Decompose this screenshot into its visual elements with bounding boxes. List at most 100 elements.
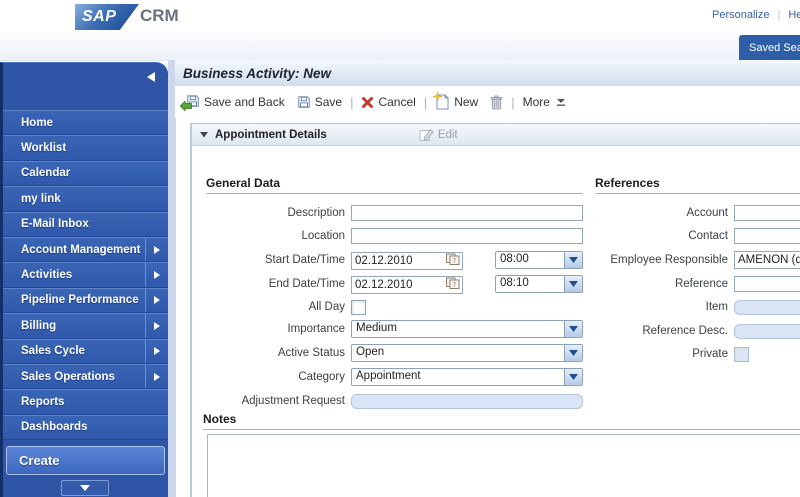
end-time-value[interactable]: 08:10 <box>496 276 564 292</box>
sidebar-item-home[interactable]: Home <box>3 110 168 135</box>
sidebar-collapse-button[interactable] <box>144 71 158 83</box>
start-time-value[interactable]: 08:00 <box>496 252 564 268</box>
location-input[interactable] <box>351 228 583 244</box>
adjustment-request-row: Adjustment Request <box>206 392 583 410</box>
start-time-dropdown-button[interactable] <box>564 252 582 268</box>
account-label: Account <box>600 207 728 219</box>
section-collapse-icon[interactable] <box>200 132 209 138</box>
flyout-arrow-icon <box>145 263 168 286</box>
svg-text:7: 7 <box>453 282 457 289</box>
top-header: SAP CRM Personalize | He <box>0 0 800 33</box>
sidebar-item-reports[interactable]: Reports <box>3 389 168 414</box>
description-input[interactable] <box>351 205 583 221</box>
page-title-bar: Business Activity: New <box>175 60 800 87</box>
reference-desc-field <box>734 324 800 339</box>
start-date-picker-button[interactable]: 7 <box>445 253 461 266</box>
sidebar-item-my-link[interactable]: my link <box>3 186 168 211</box>
contact-input[interactable] <box>734 228 800 244</box>
private-row: Private <box>600 345 749 363</box>
new-button[interactable]: New <box>435 94 478 110</box>
end-datetime-row: End Date/Time 7 08:10 <box>206 275 583 293</box>
help-link[interactable]: He <box>788 9 800 21</box>
sidebar-item-worklist[interactable]: Worklist <box>3 135 168 160</box>
active-status-row: Active Status Open <box>206 344 583 362</box>
section-title: Appointment Details <box>215 129 327 141</box>
navigation-sidebar: Home Worklist Calendar my link E-Mail In… <box>0 62 168 497</box>
end-time-dropdown-button[interactable] <box>564 276 582 292</box>
flyout-arrow-icon <box>145 238 168 261</box>
reference-desc-label: Reference Desc. <box>600 325 728 337</box>
category-row: Category Appointment <box>206 368 583 386</box>
category-value[interactable]: Appointment <box>352 369 564 385</box>
collapse-left-icon <box>147 72 155 82</box>
flyout-arrow-icon <box>145 340 168 363</box>
category-dropdown-button[interactable] <box>564 369 582 385</box>
all-day-row: All Day <box>206 298 366 316</box>
description-row: Description <box>206 204 583 222</box>
sidebar-item-sales-cycle[interactable]: Sales Cycle <box>3 339 168 364</box>
save-button[interactable]: Save <box>297 95 342 109</box>
active-status-value[interactable]: Open <box>352 345 564 361</box>
sidebar-item-activities[interactable]: Activities <box>3 262 168 287</box>
save-and-back-icon <box>182 94 200 110</box>
active-status-label: Active Status <box>206 347 345 359</box>
sidebar-nav-list: Home Worklist Calendar my link E-Mail In… <box>3 110 168 440</box>
account-row: Account <box>600 204 800 222</box>
new-document-icon <box>435 94 450 110</box>
end-datetime-label: End Date/Time <box>206 278 345 290</box>
more-button[interactable]: More <box>523 95 565 109</box>
active-status-combo: Open <box>351 344 583 362</box>
sidebar-content-gap <box>168 60 176 497</box>
product-name: CRM <box>140 6 179 26</box>
importance-value[interactable]: Medium <box>352 321 564 337</box>
sidebar-item-create[interactable]: Create <box>6 446 165 475</box>
appointment-details-header[interactable]: Appointment Details Edit <box>192 124 800 146</box>
active-status-dropdown-button[interactable] <box>564 345 582 361</box>
location-row: Location <box>206 227 583 245</box>
contact-label: Contact <box>600 230 728 242</box>
end-date-picker-button[interactable]: 7 <box>445 277 461 290</box>
save-icon <box>297 95 311 109</box>
notes-textarea[interactable] <box>207 434 800 497</box>
private-checkbox[interactable] <box>734 347 749 362</box>
toolbar-separator: | <box>350 95 353 110</box>
item-label: Item <box>600 301 728 313</box>
employee-responsible-input[interactable] <box>734 251 800 269</box>
cancel-button[interactable]: Cancel <box>361 95 415 109</box>
adjustment-request-label: Adjustment Request <box>206 395 345 407</box>
action-toolbar: Save and Back Save | Cancel | New | More <box>175 86 800 118</box>
importance-combo: Medium <box>351 320 583 338</box>
sidebar-item-pipeline-performance[interactable]: Pipeline Performance <box>3 288 168 313</box>
reference-input[interactable] <box>734 276 800 292</box>
category-combo: Appointment <box>351 368 583 386</box>
save-and-back-button[interactable]: Save and Back <box>182 94 285 110</box>
calendar-icon: 7 <box>446 277 460 289</box>
item-row: Item <box>600 298 800 316</box>
create-expand-button[interactable] <box>61 480 109 496</box>
sap-logo-text: SAP <box>75 8 116 26</box>
flyout-arrow-icon <box>145 289 168 312</box>
contact-row: Contact <box>600 227 800 245</box>
start-time-combo: 08:00 <box>495 251 583 269</box>
svg-text:7: 7 <box>453 258 457 265</box>
sidebar-item-account-management[interactable]: Account Management <box>3 237 168 262</box>
sidebar-item-email-inbox[interactable]: E-Mail Inbox <box>3 212 168 237</box>
sidebar-item-sales-operations[interactable]: Sales Operations <box>3 364 168 389</box>
personalize-link[interactable]: Personalize <box>712 9 769 21</box>
sidebar-item-dashboards[interactable]: Dashboards <box>3 415 168 440</box>
all-day-checkbox[interactable] <box>351 300 366 315</box>
sidebar-item-calendar[interactable]: Calendar <box>3 161 168 186</box>
sidebar-item-billing[interactable]: Billing <box>3 313 168 338</box>
edit-button[interactable]: Edit <box>419 128 458 142</box>
edit-pencil-icon <box>419 128 434 142</box>
page-title: Business Activity: New <box>175 66 331 81</box>
all-day-label: All Day <box>206 301 345 313</box>
importance-dropdown-button[interactable] <box>564 321 582 337</box>
crm-window: SAP CRM Personalize | He Saved Sea Home … <box>0 0 800 497</box>
cancel-x-icon <box>361 96 374 109</box>
item-field <box>734 300 800 315</box>
saved-search-button[interactable]: Saved Sea <box>739 35 800 60</box>
header-links: Personalize | He <box>712 9 800 21</box>
account-input[interactable] <box>734 205 800 221</box>
delete-button[interactable] <box>490 95 503 110</box>
